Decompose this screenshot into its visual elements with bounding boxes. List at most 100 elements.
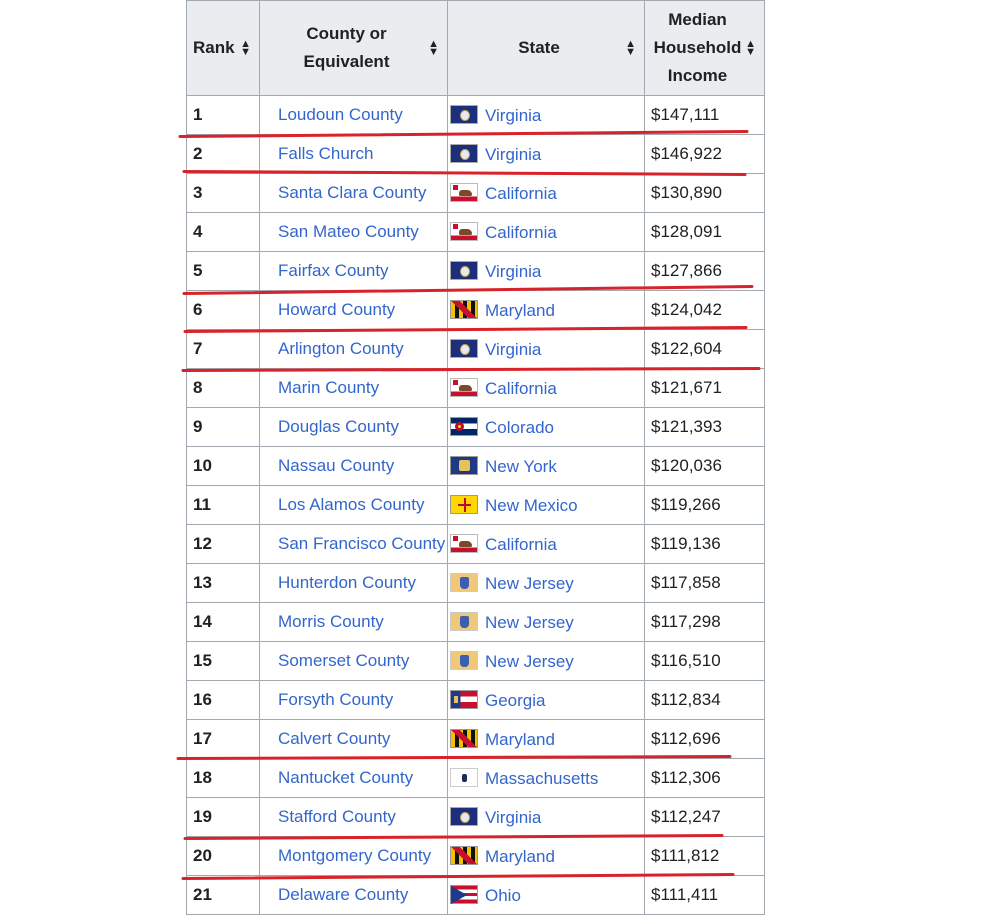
rank-cell: 9: [186, 407, 260, 447]
county-link[interactable]: Fairfax County: [278, 261, 389, 280]
income-cell: $127,866: [644, 251, 765, 291]
sort-icon[interactable]: ▲ ▼: [240, 39, 251, 58]
state-link[interactable]: California: [485, 379, 557, 398]
table-row: 1 Loudoun County Virginia $147,111: [186, 95, 765, 135]
county-link[interactable]: Stafford County: [278, 807, 396, 826]
table-row: 14 Morris County New Jersey $117,298: [186, 602, 765, 642]
income-cell: $128,091: [644, 212, 765, 252]
rank-cell: 6: [186, 290, 260, 330]
rank-column-header[interactable]: Rank ▲ ▼: [186, 0, 260, 96]
county-link[interactable]: Falls Church: [278, 144, 373, 163]
state-cell: New York: [447, 446, 645, 486]
state-cell: Virginia: [447, 797, 645, 837]
income-cell: $112,306: [644, 758, 765, 798]
county-cell: Calvert County: [259, 719, 448, 759]
county-link[interactable]: Howard County: [278, 300, 395, 319]
county-link[interactable]: Santa Clara County: [278, 183, 426, 202]
california-flag-icon: [450, 377, 478, 397]
rank-cell: 7: [186, 329, 260, 369]
state-cell: New Mexico: [447, 485, 645, 525]
county-link[interactable]: Loudoun County: [278, 105, 403, 124]
state-link[interactable]: Maryland: [485, 847, 555, 866]
state-link[interactable]: Virginia: [485, 340, 541, 359]
state-link[interactable]: New Jersey: [485, 652, 574, 671]
county-cell: Los Alamos County: [259, 485, 448, 525]
county-link[interactable]: Nassau County: [278, 456, 394, 475]
virginia-flag-icon: [450, 260, 478, 280]
new-jersey-flag-icon: [450, 650, 478, 670]
county-link[interactable]: San Mateo County: [278, 222, 419, 241]
state-link[interactable]: California: [485, 535, 557, 554]
state-link[interactable]: Maryland: [485, 730, 555, 749]
county-cell: Nantucket County: [259, 758, 448, 798]
maryland-flag-icon: [450, 728, 478, 748]
county-cell: Santa Clara County: [259, 173, 448, 213]
sort-icon[interactable]: ▲ ▼: [428, 39, 439, 58]
state-link[interactable]: California: [485, 184, 557, 203]
county-link[interactable]: Douglas County: [278, 417, 399, 436]
table-row: 8 Marin County California $121,671: [186, 368, 765, 408]
state-link[interactable]: Georgia: [485, 691, 545, 710]
income-cell: $122,604: [644, 329, 765, 369]
state-link[interactable]: California: [485, 223, 557, 242]
table-row: 6 Howard County Maryland $124,042: [186, 290, 765, 330]
state-link[interactable]: Virginia: [485, 808, 541, 827]
state-link[interactable]: New York: [485, 457, 557, 476]
county-column-header[interactable]: County or Equivalent ▲ ▼: [259, 0, 448, 96]
virginia-flag-icon: [450, 104, 478, 124]
county-link[interactable]: Marin County: [278, 378, 379, 397]
county-link[interactable]: Somerset County: [278, 651, 409, 670]
county-link[interactable]: Nantucket County: [278, 768, 413, 787]
state-header-label: State: [518, 38, 560, 57]
table-header-row: Rank ▲ ▼ County or Equivalent ▲ ▼ State ▲ ▼ …: [186, 0, 765, 96]
maryland-flag-icon: [450, 845, 478, 865]
county-link[interactable]: Morris County: [278, 612, 384, 631]
county-cell: Montgomery County: [259, 836, 448, 876]
county-link[interactable]: Los Alamos County: [278, 495, 424, 514]
county-cell: Somerset County: [259, 641, 448, 681]
county-link[interactable]: Forsyth County: [278, 690, 393, 709]
new-mexico-flag-icon: [450, 494, 478, 514]
state-link[interactable]: New Jersey: [485, 574, 574, 593]
state-link[interactable]: Virginia: [485, 106, 541, 125]
county-link[interactable]: Calvert County: [278, 729, 390, 748]
income-cell: $119,136: [644, 524, 765, 564]
table-row: 11 Los Alamos County New Mexico $119,266: [186, 485, 765, 525]
county-link[interactable]: San Francisco County: [278, 534, 445, 553]
state-cell: California: [447, 524, 645, 564]
state-link[interactable]: Ohio: [485, 886, 521, 905]
state-link[interactable]: New Jersey: [485, 613, 574, 632]
sort-icon[interactable]: ▲ ▼: [745, 39, 756, 58]
state-cell: Virginia: [447, 134, 645, 174]
state-link[interactable]: Maryland: [485, 301, 555, 320]
county-link[interactable]: Arlington County: [278, 339, 404, 358]
table-row: 16 Forsyth County Georgia $112,834: [186, 680, 765, 720]
state-cell: New Jersey: [447, 641, 645, 681]
state-link[interactable]: Massachusetts: [485, 769, 598, 788]
county-cell: Douglas County: [259, 407, 448, 447]
income-column-header[interactable]: Median Household Income ▲ ▼: [644, 0, 765, 96]
state-cell: Georgia: [447, 680, 645, 720]
rank-cell: 8: [186, 368, 260, 408]
table-row: 2 Falls Church Virginia $146,922: [186, 134, 765, 174]
county-link[interactable]: Delaware County: [278, 885, 408, 904]
georgia-flag-icon: [450, 689, 478, 709]
state-cell: Ohio: [447, 875, 645, 915]
county-link[interactable]: Montgomery County: [278, 846, 431, 865]
income-cell: $112,834: [644, 680, 765, 720]
rank-cell: 18: [186, 758, 260, 798]
income-cell: $124,042: [644, 290, 765, 330]
new-jersey-flag-icon: [450, 572, 478, 592]
state-column-header[interactable]: State ▲ ▼: [447, 0, 645, 96]
state-link[interactable]: Colorado: [485, 418, 554, 437]
state-link[interactable]: Virginia: [485, 145, 541, 164]
income-cell: $111,812: [644, 836, 765, 876]
income-cell: $111,411: [644, 875, 765, 915]
sort-icon[interactable]: ▲ ▼: [625, 39, 636, 58]
income-cell: $117,298: [644, 602, 765, 642]
county-link[interactable]: Hunterdon County: [278, 573, 416, 592]
state-cell: Virginia: [447, 95, 645, 135]
state-link[interactable]: New Mexico: [485, 496, 578, 515]
state-link[interactable]: Virginia: [485, 262, 541, 281]
state-cell: California: [447, 173, 645, 213]
